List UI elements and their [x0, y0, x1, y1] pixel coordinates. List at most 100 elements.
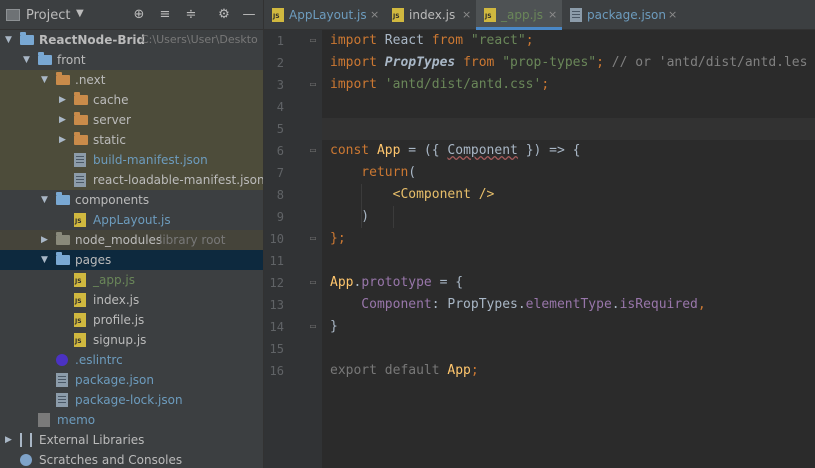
code-line[interactable]: }; [330, 228, 346, 250]
json-file-icon [74, 153, 86, 167]
library-icon [20, 433, 32, 447]
tree-item-static[interactable]: ▶ static [0, 130, 263, 150]
expand-arrow-icon[interactable]: ▼ [5, 30, 15, 50]
editor-tab-index-js[interactable]: index.js × [384, 0, 476, 30]
fold-marker-icon[interactable]: ▭ [310, 145, 316, 156]
tree-item-components[interactable]: ▼ components [0, 190, 263, 210]
tree-item-label: build-manifest.json [93, 153, 208, 167]
editor-gutter: 1 2 3 4 5 6 7 8 9 10 11 12 13 14 15 16 ▭ ▭ ▭ ▭ ▭ ▭ [264, 30, 322, 468]
expand-arrow-icon[interactable]: ▼ [23, 50, 33, 70]
code-line[interactable]: import PropTypes from "prop-types"; // o… [330, 52, 807, 74]
code-token: App [447, 363, 471, 378]
code-token: isRequired [619, 297, 698, 312]
close-icon[interactable]: × [370, 0, 379, 30]
tree-item-package-json[interactable]: package.json [0, 370, 263, 390]
line-number: 2 [276, 56, 284, 70]
tree-item-label: node_modules [75, 233, 163, 247]
editor-tab-applayout-js[interactable]: AppLayout.js× [264, 0, 384, 30]
tree-item-label: _app.js [93, 273, 135, 287]
close-icon[interactable]: × [668, 0, 677, 30]
tree-item-external-libraries[interactable]: ▶ External Libraries [0, 430, 263, 450]
tree-item-signup-js[interactable]: signup.js [0, 330, 263, 350]
code-line[interactable]: <Component /> [330, 184, 495, 206]
close-icon[interactable]: × [462, 0, 471, 30]
collapse-arrow-icon[interactable]: ▶ [5, 430, 15, 450]
tree-item-pages[interactable]: ▼ pages [0, 250, 263, 270]
tree-item-label: index.js [93, 293, 140, 307]
code-line[interactable]: import 'antd/dist/antd.css'; [330, 74, 549, 96]
tree-item-package-lock-json[interactable]: package-lock.json [0, 390, 263, 410]
tree-item-label: static [93, 133, 126, 147]
chevron-down-icon[interactable]: ▼ [76, 8, 84, 19]
tree-item-applayout-js[interactable]: AppLayout.js [0, 210, 263, 230]
collapse-arrow-icon[interactable]: ▶ [41, 230, 51, 250]
code-line[interactable]: return( [330, 162, 416, 184]
tree-item-next[interactable]: ▼ .next [0, 70, 263, 90]
code-line[interactable]: export default App; [330, 360, 479, 382]
tree-item-label: memo [57, 413, 96, 427]
tree-item-memo[interactable]: memo [0, 410, 263, 430]
tree-item-profile-js[interactable]: profile.js [0, 310, 263, 330]
locate-icon[interactable]: ⊕ [129, 5, 149, 25]
editor-tab-app-js[interactable]: _app.js × [476, 0, 562, 30]
fold-marker-icon[interactable]: ▭ [310, 79, 316, 90]
expand-all-icon[interactable]: ≡ [155, 5, 175, 25]
project-view-selector[interactable]: Project [26, 8, 70, 23]
javascript-file-icon [74, 313, 86, 327]
tree-item-label: ReactNode-Brid [39, 33, 146, 47]
tree-item-node-modules[interactable]: ▶ node_modules library root [0, 230, 263, 250]
code-line[interactable]: Component: PropTypes.elementType.isRequi… [330, 294, 706, 316]
editor-area: AppLayout.js×index.js×_app.js×package.js… [263, 0, 815, 468]
code-token: , [697, 297, 706, 312]
code-line[interactable]: App.prototype = { [330, 272, 463, 294]
expand-arrow-icon[interactable]: ▼ [41, 190, 51, 210]
fold-marker-icon[interactable]: ▭ [310, 277, 316, 288]
tree-item-react-loadable-manifest-json[interactable]: react-loadable-manifest.json [0, 170, 263, 190]
fold-marker-icon[interactable]: ▭ [310, 233, 316, 244]
code-line[interactable]: import React from "react"; [330, 30, 534, 52]
tree-item-scratches-and-consoles[interactable]: Scratches and Consoles [0, 450, 263, 468]
tree-item-server[interactable]: ▶ server [0, 110, 263, 130]
code-line[interactable]: ) [330, 206, 369, 228]
collapse-all-icon[interactable]: ≑ [181, 5, 201, 25]
line-number: 5 [276, 122, 284, 136]
collapse-arrow-icon[interactable]: ▶ [59, 130, 69, 150]
project-icon [6, 9, 20, 21]
eslint-icon [56, 354, 68, 366]
folder-icon [38, 52, 52, 65]
code-token: React [384, 33, 432, 48]
tree-item-index-js[interactable]: index.js [0, 290, 263, 310]
tree-item-label: profile.js [93, 313, 145, 327]
tree-item-label: react-loadable-manifest.json [93, 173, 263, 187]
collapse-arrow-icon[interactable]: ▶ [59, 110, 69, 130]
code-line[interactable]: } [330, 316, 338, 338]
code-line[interactable]: const App = ({ Component }) => { [330, 140, 581, 162]
tree-item-build-manifest-json[interactable]: build-manifest.json [0, 150, 263, 170]
code-token: } [330, 319, 338, 334]
fold-marker-icon[interactable]: ▭ [310, 321, 316, 332]
tree-item-front[interactable]: ▼ front [0, 50, 263, 70]
expand-arrow-icon[interactable]: ▼ [41, 250, 51, 270]
library-folder-icon [56, 232, 70, 245]
editor-tab-package-json[interactable]: package.json × [562, 0, 682, 30]
expand-arrow-icon[interactable]: ▼ [41, 70, 51, 90]
code-token: PropTypes [384, 55, 464, 70]
gear-icon[interactable]: ⚙ [214, 5, 234, 25]
tree-item-eslintrc[interactable]: .eslintrc [0, 350, 263, 370]
tree-item-app-js[interactable]: _app.js [0, 270, 263, 290]
tree-item-cache[interactable]: ▶ cache [0, 90, 263, 110]
collapse-arrow-icon[interactable]: ▶ [59, 90, 69, 110]
fold-marker-icon[interactable]: ▭ [310, 35, 316, 46]
code-token: from [431, 33, 471, 48]
tree-item-label: package-lock.json [75, 393, 183, 407]
tab-label: _app.js [501, 8, 543, 22]
javascript-file-icon [392, 8, 404, 22]
tree-item-label: cache [93, 93, 129, 107]
tree-item-reactnode-brid[interactable]: ▼ ReactNode-Brid C:\Users\User\Deskto [0, 30, 263, 50]
line-number: 11 [269, 254, 284, 268]
hide-icon[interactable]: — [239, 5, 259, 25]
folder-icon [56, 192, 70, 205]
close-icon[interactable]: × [548, 0, 557, 30]
code-token: export default [330, 363, 448, 378]
